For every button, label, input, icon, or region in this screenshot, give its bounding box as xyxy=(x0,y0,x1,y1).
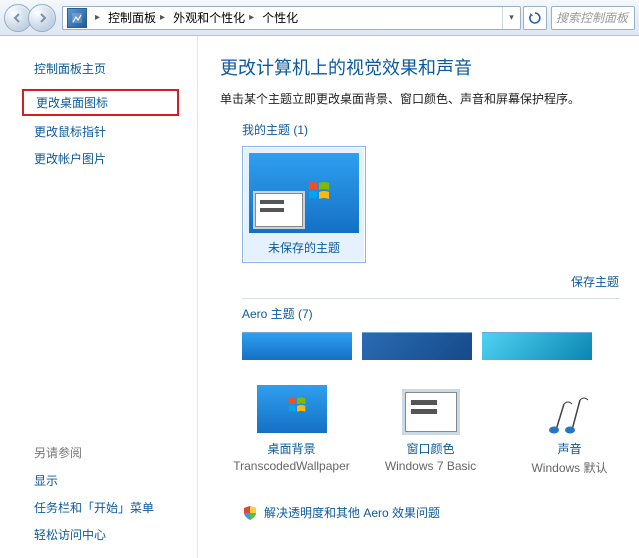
desktop-background-value: TranscodedWallpaper xyxy=(222,459,361,473)
window-color-value: Windows 7 Basic xyxy=(361,459,500,473)
troubleshoot-link: 解决透明度和其他 Aero 效果问题 xyxy=(264,504,440,521)
aero-theme-1[interactable] xyxy=(242,332,352,360)
see-also-heading: 另请参阅 xyxy=(10,440,187,467)
refresh-button[interactable] xyxy=(523,6,547,30)
see-also-taskbar[interactable]: 任务栏和「开始」菜单 xyxy=(10,494,187,521)
forward-button[interactable] xyxy=(28,4,56,32)
search-input[interactable]: 搜索控制面板 xyxy=(551,6,635,30)
breadcrumb-l2-label: 个性化 xyxy=(262,9,298,26)
breadcrumb-l1[interactable]: 外观和个性化▸ xyxy=(169,7,258,29)
sidebar-item-mouse-pointers[interactable]: 更改鼠标指针 xyxy=(10,118,197,145)
troubleshoot-row[interactable]: 解决透明度和其他 Aero 效果问题 xyxy=(242,504,639,521)
see-also-section: 另请参阅 显示 任务栏和「开始」菜单 轻松访问中心 xyxy=(10,440,187,548)
main-content: 更改计算机上的视觉效果和声音 单击某个主题立即更改桌面背景、窗口颜色、声音和屏幕… xyxy=(198,36,639,558)
body-area: 控制面板主页 更改桌面图标 更改鼠标指针 更改帐户图片 另请参阅 显示 任务栏和… xyxy=(0,36,639,558)
window-color-item[interactable]: 窗口颜色 Windows 7 Basic xyxy=(361,384,500,476)
shield-icon xyxy=(242,505,258,521)
sounds-item[interactable]: 声音 Windows 默认 xyxy=(500,384,639,476)
personalization-icon xyxy=(67,8,87,28)
sidebar-item-desktop-icons[interactable]: 更改桌面图标 xyxy=(22,89,179,116)
breadcrumb-l1-label: 外观和个性化 xyxy=(173,9,245,26)
address-dropdown[interactable]: ▾ xyxy=(502,7,520,29)
sounds-value: Windows 默认 xyxy=(500,459,639,476)
navigation-bar: ▸ 控制面板▸ 外观和个性化▸ 个性化 ▾ 搜索控制面板 xyxy=(0,0,639,36)
sounds-link: 声音 xyxy=(500,440,639,457)
save-theme-link[interactable]: 保存主题 xyxy=(571,273,619,290)
settings-grid: 桌面背景 TranscodedWallpaper 窗口颜色 Windows 7 … xyxy=(222,384,639,476)
windows-flag-icon xyxy=(307,179,331,203)
desktop-background-icon xyxy=(257,385,327,433)
sidebar-item-account-picture[interactable]: 更改帐户图片 xyxy=(10,145,197,172)
breadcrumb-l2[interactable]: 个性化 xyxy=(258,7,302,29)
nav-back-forward xyxy=(4,4,56,32)
aero-themes-heading: Aero 主题 (7) xyxy=(242,305,639,322)
desktop-background-item[interactable]: 桌面背景 TranscodedWallpaper xyxy=(222,384,361,476)
breadcrumb-root[interactable]: 控制面板▸ xyxy=(104,7,169,29)
window-color-link: 窗口颜色 xyxy=(361,440,500,457)
address-bar[interactable]: ▸ 控制面板▸ 外观和个性化▸ 个性化 ▾ xyxy=(62,6,521,30)
my-themes-heading: 我的主题 (1) xyxy=(242,121,639,138)
theme-label: 未保存的主题 xyxy=(249,239,359,256)
see-also-display[interactable]: 显示 xyxy=(10,467,187,494)
theme-thumbnail xyxy=(249,153,359,233)
sidebar: 控制面板主页 更改桌面图标 更改鼠标指针 更改帐户图片 另请参阅 显示 任务栏和… xyxy=(0,36,198,558)
theme-unsaved[interactable]: 未保存的主题 xyxy=(242,146,366,263)
breadcrumb-arrow[interactable]: ▸ xyxy=(91,7,104,29)
aero-theme-2[interactable] xyxy=(362,332,472,360)
breadcrumb-root-label: 控制面板 xyxy=(108,9,156,26)
window-color-icon xyxy=(405,392,457,432)
control-panel-home-link[interactable]: 控制面板主页 xyxy=(10,56,197,87)
aero-themes-row xyxy=(242,332,639,360)
page-title: 更改计算机上的视觉效果和声音 xyxy=(220,54,639,80)
page-description: 单击某个主题立即更改桌面背景、窗口颜色、声音和屏幕保护程序。 xyxy=(220,90,639,107)
aero-theme-3[interactable] xyxy=(482,332,592,360)
sounds-icon xyxy=(546,390,594,434)
desktop-background-link: 桌面背景 xyxy=(222,440,361,457)
divider xyxy=(242,298,619,299)
see-also-ease[interactable]: 轻松访问中心 xyxy=(10,521,187,548)
